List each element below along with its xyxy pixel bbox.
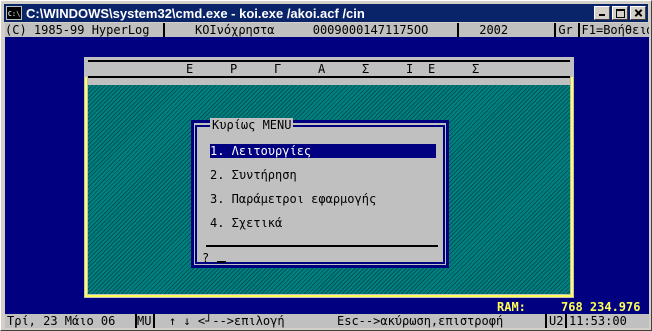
header-letter: Ρ	[230, 62, 238, 76]
main-menu-dialog: Κυρίως MENU 1. Λειτουργίες 2. Συντήρηση …	[191, 118, 449, 268]
maximize-button[interactable]	[612, 6, 628, 20]
title-bar[interactable]: C:\ C:\WINDOWS\system32\cmd.exe - koi.ex…	[4, 4, 648, 22]
clock: 11:53:00	[569, 314, 627, 328]
header-letter: Γ	[274, 62, 282, 76]
user-indicator: U2	[549, 314, 564, 328]
text-cursor	[217, 261, 227, 263]
panel-header: Ε Ρ Γ Α Σ Ι Ε Σ	[88, 60, 570, 78]
console-window: C:\ C:\WINDOWS\system32\cmd.exe - koi.ex…	[0, 0, 652, 331]
header-letter: Α	[318, 62, 326, 76]
menu-item-maintenance[interactable]: 2. Συντήρηση	[210, 168, 436, 182]
menu-title: Κυρίως MENU	[210, 118, 294, 132]
header-letter: Ε	[428, 62, 436, 76]
bottom-status-bar: Τρί, 23 Μάιο 06 MU ↑ ↓ <┘-->επιλογή Esc-…	[5, 314, 649, 328]
minimize-button[interactable]	[594, 6, 610, 20]
date-field: Τρί, 23 Μάιο 06	[7, 314, 116, 328]
ram-label: RAM:	[497, 300, 526, 314]
command-prompt[interactable]: ?	[202, 251, 227, 265]
cmd-icon: C:\	[6, 6, 22, 20]
menu-divider	[206, 245, 438, 247]
console-area[interactable]: (C) 1985-99 HyperLog ΚΟΙνόχρηστα 0009000…	[5, 23, 649, 328]
top-status-bar: (C) 1985-99 HyperLog ΚΟΙνόχρηστα 0009000…	[5, 23, 649, 37]
select-hint: ↑ ↓ <┘-->επιλογή	[169, 314, 285, 328]
header-letter: Σ	[362, 62, 370, 76]
header-letter: Ε	[186, 62, 194, 76]
copyright-text: (C) 1985-99 HyperLog	[5, 23, 150, 37]
prompt-symbol: ?	[202, 251, 210, 265]
language-indicator: Gr	[558, 23, 573, 37]
header-letter: Ι	[406, 62, 414, 76]
help-hint: F1=Βοήθεια	[581, 23, 649, 37]
menu-item-functions[interactable]: 1. Λειτουργίες	[210, 144, 436, 158]
mode-indicator: MU	[137, 314, 152, 328]
menu-item-about[interactable]: 4. Σχετικά	[210, 216, 436, 230]
year-field: 2002	[479, 23, 509, 37]
close-button[interactable]	[630, 6, 646, 20]
header-letter: Σ	[472, 62, 480, 76]
company-name: ΚΟΙνόχρηστα	[194, 23, 275, 37]
escape-hint: Esc-->ακύρωση,επιστροφή	[337, 314, 504, 328]
ram-value: 768 234.976	[561, 300, 641, 314]
menu-item-settings[interactable]: 3. Παράμετροι εφαρμογής	[210, 192, 436, 206]
window-title: C:\WINDOWS\system32\cmd.exe - koi.exe /a…	[26, 5, 365, 21]
account-code: 00090001471175OO	[312, 23, 429, 37]
